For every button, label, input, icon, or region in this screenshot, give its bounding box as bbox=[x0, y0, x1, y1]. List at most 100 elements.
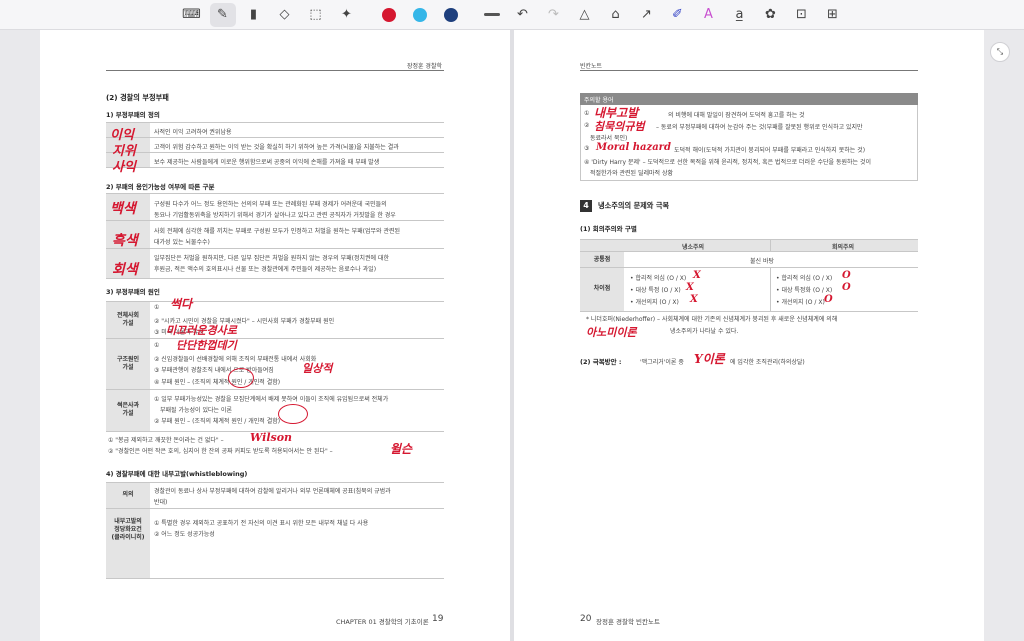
body-text: '맥그리거'이론 중 bbox=[640, 359, 684, 366]
list-item: ① bbox=[584, 110, 590, 117]
lasso-select-icon[interactable]: ⬚ bbox=[303, 3, 329, 27]
highlighter-icon[interactable]: ▮ bbox=[241, 3, 267, 27]
list-item: ① bbox=[154, 342, 160, 349]
sticker-icon[interactable]: ✿ bbox=[758, 3, 784, 27]
section-title: (2) 경찰의 부정부패 bbox=[106, 93, 169, 102]
grid-icon[interactable]: ⊞ bbox=[820, 3, 846, 27]
list-item: ② 신임경찰들이 선배경찰에 의해 조직의 부패전통 내에서 사회화 bbox=[154, 356, 317, 363]
list-item: ③ bbox=[584, 145, 590, 152]
note-item: * 니더호퍼(Niederhoffer) – 사회체계에 대한 기존의 신념체계… bbox=[586, 316, 838, 323]
row-label: 전체사회 가설 bbox=[116, 312, 140, 327]
table-cell: • 대상 특정 (O / X) bbox=[630, 287, 681, 294]
list-item: ② bbox=[584, 122, 590, 129]
text-style-icon[interactable]: A bbox=[696, 3, 722, 27]
list-item: 구성원 다수가 어느 정도 용인하는 선의의 부패 또는 관례화된 부패 경제가… bbox=[154, 201, 387, 208]
stroke-width-icon[interactable] bbox=[479, 3, 505, 27]
handwriting: 썩다 bbox=[170, 297, 193, 311]
list-item: ④ 'Dirty Harry 문제' – 도덕적으로 선한 목적을 위해 윤리적… bbox=[584, 159, 871, 166]
table-cell: • 개선의지 (O / X) bbox=[776, 299, 825, 306]
list-item: ① 특별한 경우 제외하고 공표하기 전 자신의 이견 표시 위한 모든 내부적… bbox=[154, 520, 369, 527]
column-header: 냉소주의 bbox=[682, 244, 705, 251]
table-label-cell bbox=[580, 239, 624, 311]
color-skyblue-swatch[interactable] bbox=[407, 3, 433, 27]
color-red-swatch[interactable] bbox=[376, 3, 402, 27]
row-label: 의의 bbox=[122, 491, 134, 498]
list-item: 사적인 이익 고려하여 권위남용 bbox=[154, 129, 232, 136]
handwriting: X bbox=[693, 270, 701, 281]
arrow-icon[interactable]: ↗ bbox=[634, 3, 660, 27]
row-label: 공통점 bbox=[593, 256, 611, 263]
table-cell: 불신 바탕 bbox=[750, 258, 774, 265]
page-header: 장정훈 경찰학 bbox=[406, 63, 442, 70]
handwriting: 아노미이론 bbox=[586, 326, 637, 339]
list-item: ② 부패 원인 – (조직의 체계적 원인 / 개인적 결함) bbox=[154, 418, 281, 425]
handwriting: 단단한껍데기 bbox=[176, 339, 237, 352]
list-item: 일부집단은 처벌을 원하지만, 다른 일부 집단은 처벌을 원하지 않는 경우의… bbox=[154, 255, 389, 262]
list-item: 고객이 위험 감수하고 원하는 이익 받는 것을 확실히 하기 위하여 높은 가… bbox=[154, 144, 399, 151]
page-number: 20 bbox=[580, 614, 592, 624]
list-item: – 동료의 부정부패에 대하여 눈감아 주는 것(부패를 잘못된 행위로 인식하… bbox=[656, 124, 863, 131]
handwriting: 침묵의규범 bbox=[594, 120, 645, 133]
list-item: 도덕적 해이(도덕적 가치관이 붕괴되어 부패를 부패라고 인식하지 못하는 것… bbox=[674, 147, 866, 154]
box-title: 주의할 용어 bbox=[584, 97, 614, 104]
handwriting: Wilson bbox=[250, 431, 293, 444]
collapse-icon[interactable]: ⤡ bbox=[990, 42, 1010, 62]
list-item: 사회 전체에 심각한 해를 끼치는 부패로 구성원 모두가 인정하고 처벌을 원… bbox=[154, 228, 401, 235]
handwriting: 백색 bbox=[110, 201, 136, 217]
handwriting: 일상적 bbox=[302, 362, 333, 375]
handwriting: X bbox=[690, 294, 698, 305]
row-label: 구조원인 가설 bbox=[116, 356, 140, 371]
table-cell: • 합리적 의심 (O / X) bbox=[776, 275, 833, 282]
marker-icon[interactable]: ✐ bbox=[665, 3, 691, 27]
undo-icon[interactable]: ↶ bbox=[510, 3, 536, 27]
pen-icon[interactable]: ✎ bbox=[209, 2, 236, 27]
table-cell: • 개선의지 (O / X) bbox=[630, 299, 679, 306]
handwriting: 미끄러운경사로 bbox=[166, 324, 237, 337]
row-label: 내부고발의 정당화요건 (클라이니히) bbox=[111, 518, 145, 541]
subsection-title: 1) 부정부패의 정의 bbox=[106, 111, 160, 119]
shape-icon[interactable]: △ bbox=[572, 3, 598, 27]
list-item: 의 비행에 대해 말일이 잠견하여 도덕적 흥고를 하는 것 bbox=[668, 112, 805, 119]
list-item: ① 일부 부패가능성있는 경찰을 모집단계에서 배제 못하여 이들이 조직에 유… bbox=[154, 396, 389, 403]
list-item: 반대) bbox=[154, 499, 168, 506]
table-cell: • 합리적 의심 (O / X) bbox=[630, 275, 687, 282]
footer-title: 장정훈 경찰학 빈칸노트 bbox=[596, 618, 660, 626]
header-divider bbox=[106, 70, 444, 71]
color-navy-swatch[interactable] bbox=[438, 3, 464, 27]
note-item: 냉소주의가 나타날 수 있다. bbox=[670, 328, 739, 335]
ink-circle bbox=[228, 368, 254, 388]
subsection-title: (2) 극복방안 : bbox=[580, 358, 622, 366]
handwriting: 흑색 bbox=[112, 233, 138, 249]
handwriting: O bbox=[842, 270, 851, 281]
list-item: ③ 부패관행이 경찰조직 내에서 으로 받아들여짐 bbox=[154, 367, 274, 374]
page-header: 빈칸노트 bbox=[580, 63, 603, 70]
header-divider bbox=[580, 70, 918, 71]
handwriting: X bbox=[686, 282, 694, 293]
row-label: 썩은사과 가설 bbox=[116, 402, 140, 417]
list-item: ④ 부패 원인 – (조직의 체계적 원인 / 개인적 결함) bbox=[154, 379, 281, 386]
handwriting: Y이론 bbox=[694, 352, 725, 366]
redo-icon[interactable]: ↷ bbox=[541, 3, 567, 27]
table-cell: • 대상 특정화 (O / X) bbox=[776, 287, 833, 294]
text-box-icon[interactable]: a̲ bbox=[727, 3, 753, 27]
handwriting: O bbox=[824, 294, 833, 305]
tag-icon[interactable]: ⌂ bbox=[603, 3, 629, 27]
body-text: 에 입각한 조직관리(하의상달) bbox=[730, 359, 805, 366]
magic-icon[interactable]: ✦ bbox=[334, 3, 360, 27]
keyboard-icon[interactable]: ⌨ bbox=[179, 3, 205, 27]
list-item: 적절한가와 관련된 딜레마적 상황 bbox=[590, 170, 674, 177]
annotation-toolbar: ⌨ ✎ ▮ ◇ ⬚ ✦ ↶ ↷ △ ⌂ ↗ ✐ A a̲ ✿ ⊡ ⊞ bbox=[0, 0, 1024, 30]
section-title: 냉소주의의 문제와 극복 bbox=[598, 201, 670, 210]
list-item: 대가성 있는 뇌물수수) bbox=[154, 239, 210, 246]
subsection-title: (1) 회의주의와 구별 bbox=[580, 225, 637, 233]
list-item: 보수 제공하는 사람들에게 이로운 행위함으로써 공중의 이익에 손해를 가져올… bbox=[154, 159, 380, 166]
eraser-icon[interactable]: ◇ bbox=[272, 3, 298, 27]
lock-icon[interactable]: ⊡ bbox=[789, 3, 815, 27]
list-item: ② 어느 정도 성공가능성 bbox=[154, 531, 215, 538]
subsection-title: 3) 부정부패의 원인 bbox=[106, 288, 160, 296]
list-item: 동요나 기업활동위축을 방지하기 위해서 경기가 살아나고 있다고 관련 공직자… bbox=[154, 212, 396, 219]
column-header: 회의주의 bbox=[832, 244, 855, 251]
list-item: 부패될 가능성이 있다는 이론 bbox=[160, 407, 232, 414]
row-label: 차이점 bbox=[593, 285, 611, 292]
page-number: 19 bbox=[432, 614, 444, 624]
